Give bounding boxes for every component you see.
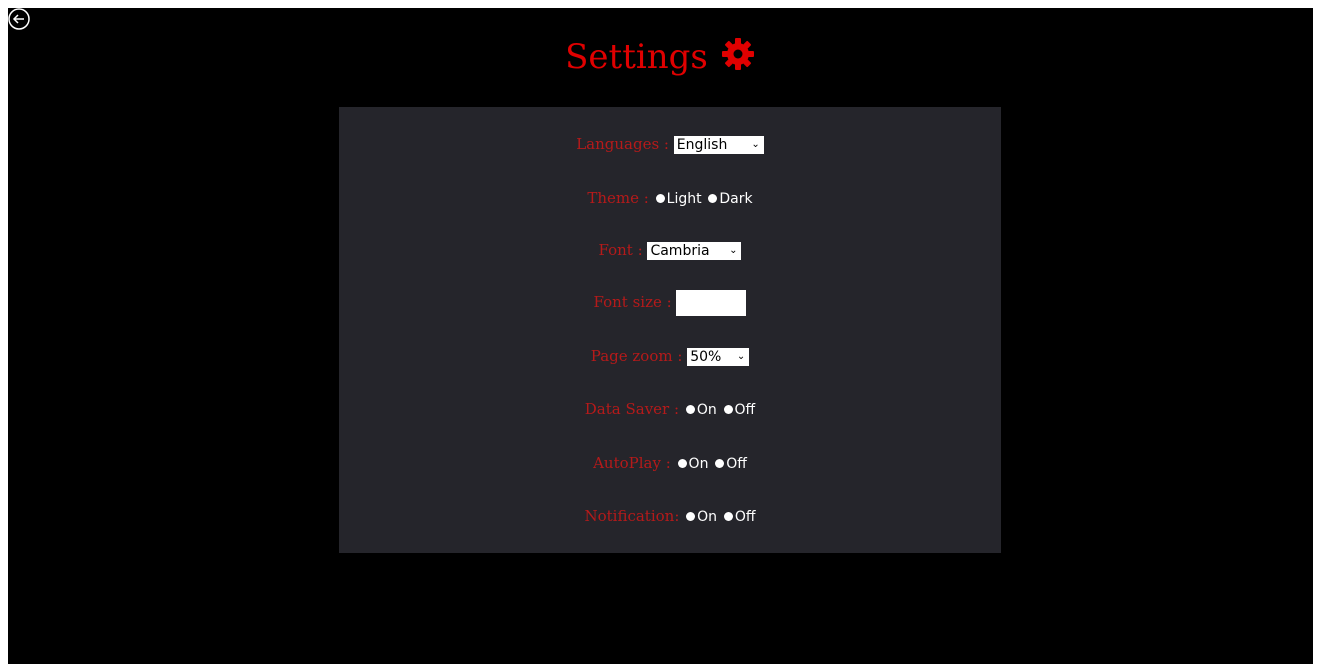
theme-row: Theme : Light Dark bbox=[339, 189, 1001, 207]
autoplay-off-radio[interactable] bbox=[715, 459, 725, 468]
page-zoom-select-value: 50% bbox=[690, 349, 722, 365]
font-size-row: Font size : bbox=[339, 290, 1001, 316]
autoplay-on-label: On bbox=[688, 456, 709, 472]
chevron-down-icon: ⌄ bbox=[751, 139, 760, 150]
languages-label: Languages : bbox=[576, 135, 669, 153]
font-label: Font : bbox=[598, 241, 643, 259]
languages-row: Languages : English ⌄ bbox=[339, 135, 1001, 154]
autoplay-label: AutoPlay : bbox=[593, 454, 671, 472]
data-saver-on-radio[interactable] bbox=[685, 405, 695, 414]
notification-row: Notification: On Off bbox=[339, 507, 1001, 525]
page-title: Settings bbox=[565, 37, 708, 77]
chevron-down-icon: ⌄ bbox=[736, 351, 746, 362]
data-saver-row: Data Saver : On Off bbox=[339, 400, 1001, 418]
notification-off-label: Off bbox=[734, 509, 756, 525]
theme-dark-radio[interactable] bbox=[708, 194, 718, 203]
data-saver-on-label: On bbox=[696, 402, 717, 418]
autoplay-on-radio[interactable] bbox=[677, 459, 687, 468]
notification-off-radio[interactable] bbox=[723, 512, 733, 521]
font-size-label: Font size : bbox=[593, 293, 672, 311]
notification-on-radio[interactable] bbox=[686, 512, 696, 521]
gear-icon bbox=[721, 38, 754, 70]
languages-select-value: English bbox=[676, 137, 728, 153]
page-title-row: Settings bbox=[8, 36, 1313, 77]
notification-label: Notification: bbox=[584, 507, 680, 525]
page-zoom-select[interactable]: 50% ⌄ bbox=[687, 348, 750, 366]
font-select[interactable]: Cambria ⌄ bbox=[647, 242, 742, 260]
theme-dark-label: Dark bbox=[719, 191, 753, 207]
theme-light-radio[interactable] bbox=[655, 194, 665, 203]
font-row: Font : Cambria ⌄ bbox=[339, 241, 1001, 260]
data-saver-off-label: Off bbox=[734, 402, 756, 418]
settings-page: Settings Languages : English ⌄ Theme: L… bbox=[8, 8, 1313, 664]
chevron-down-icon: ⌄ bbox=[729, 245, 738, 256]
autoplay-row: AutoPlay : On Off bbox=[339, 454, 1001, 472]
font-size-input[interactable] bbox=[676, 290, 747, 316]
back-arrow-icon[interactable] bbox=[8, 8, 30, 30]
settings-panel: Languages : English ⌄ Theme : Light Dark… bbox=[339, 107, 1001, 553]
notification-on-label: On bbox=[697, 509, 718, 525]
theme-label: Theme : bbox=[587, 189, 649, 207]
page-zoom-label: Page zoom : bbox=[590, 347, 683, 365]
font-select-value: Cambria bbox=[650, 243, 710, 259]
autoplay-off-label: Off bbox=[726, 456, 747, 472]
languages-select[interactable]: English ⌄ bbox=[673, 136, 764, 154]
data-saver-label: Data Saver : bbox=[584, 400, 680, 418]
page-zoom-row: Page zoom : 50% ⌄ bbox=[339, 347, 1001, 366]
theme-light-label: Light bbox=[666, 191, 702, 207]
data-saver-off-radio[interactable] bbox=[723, 405, 733, 414]
